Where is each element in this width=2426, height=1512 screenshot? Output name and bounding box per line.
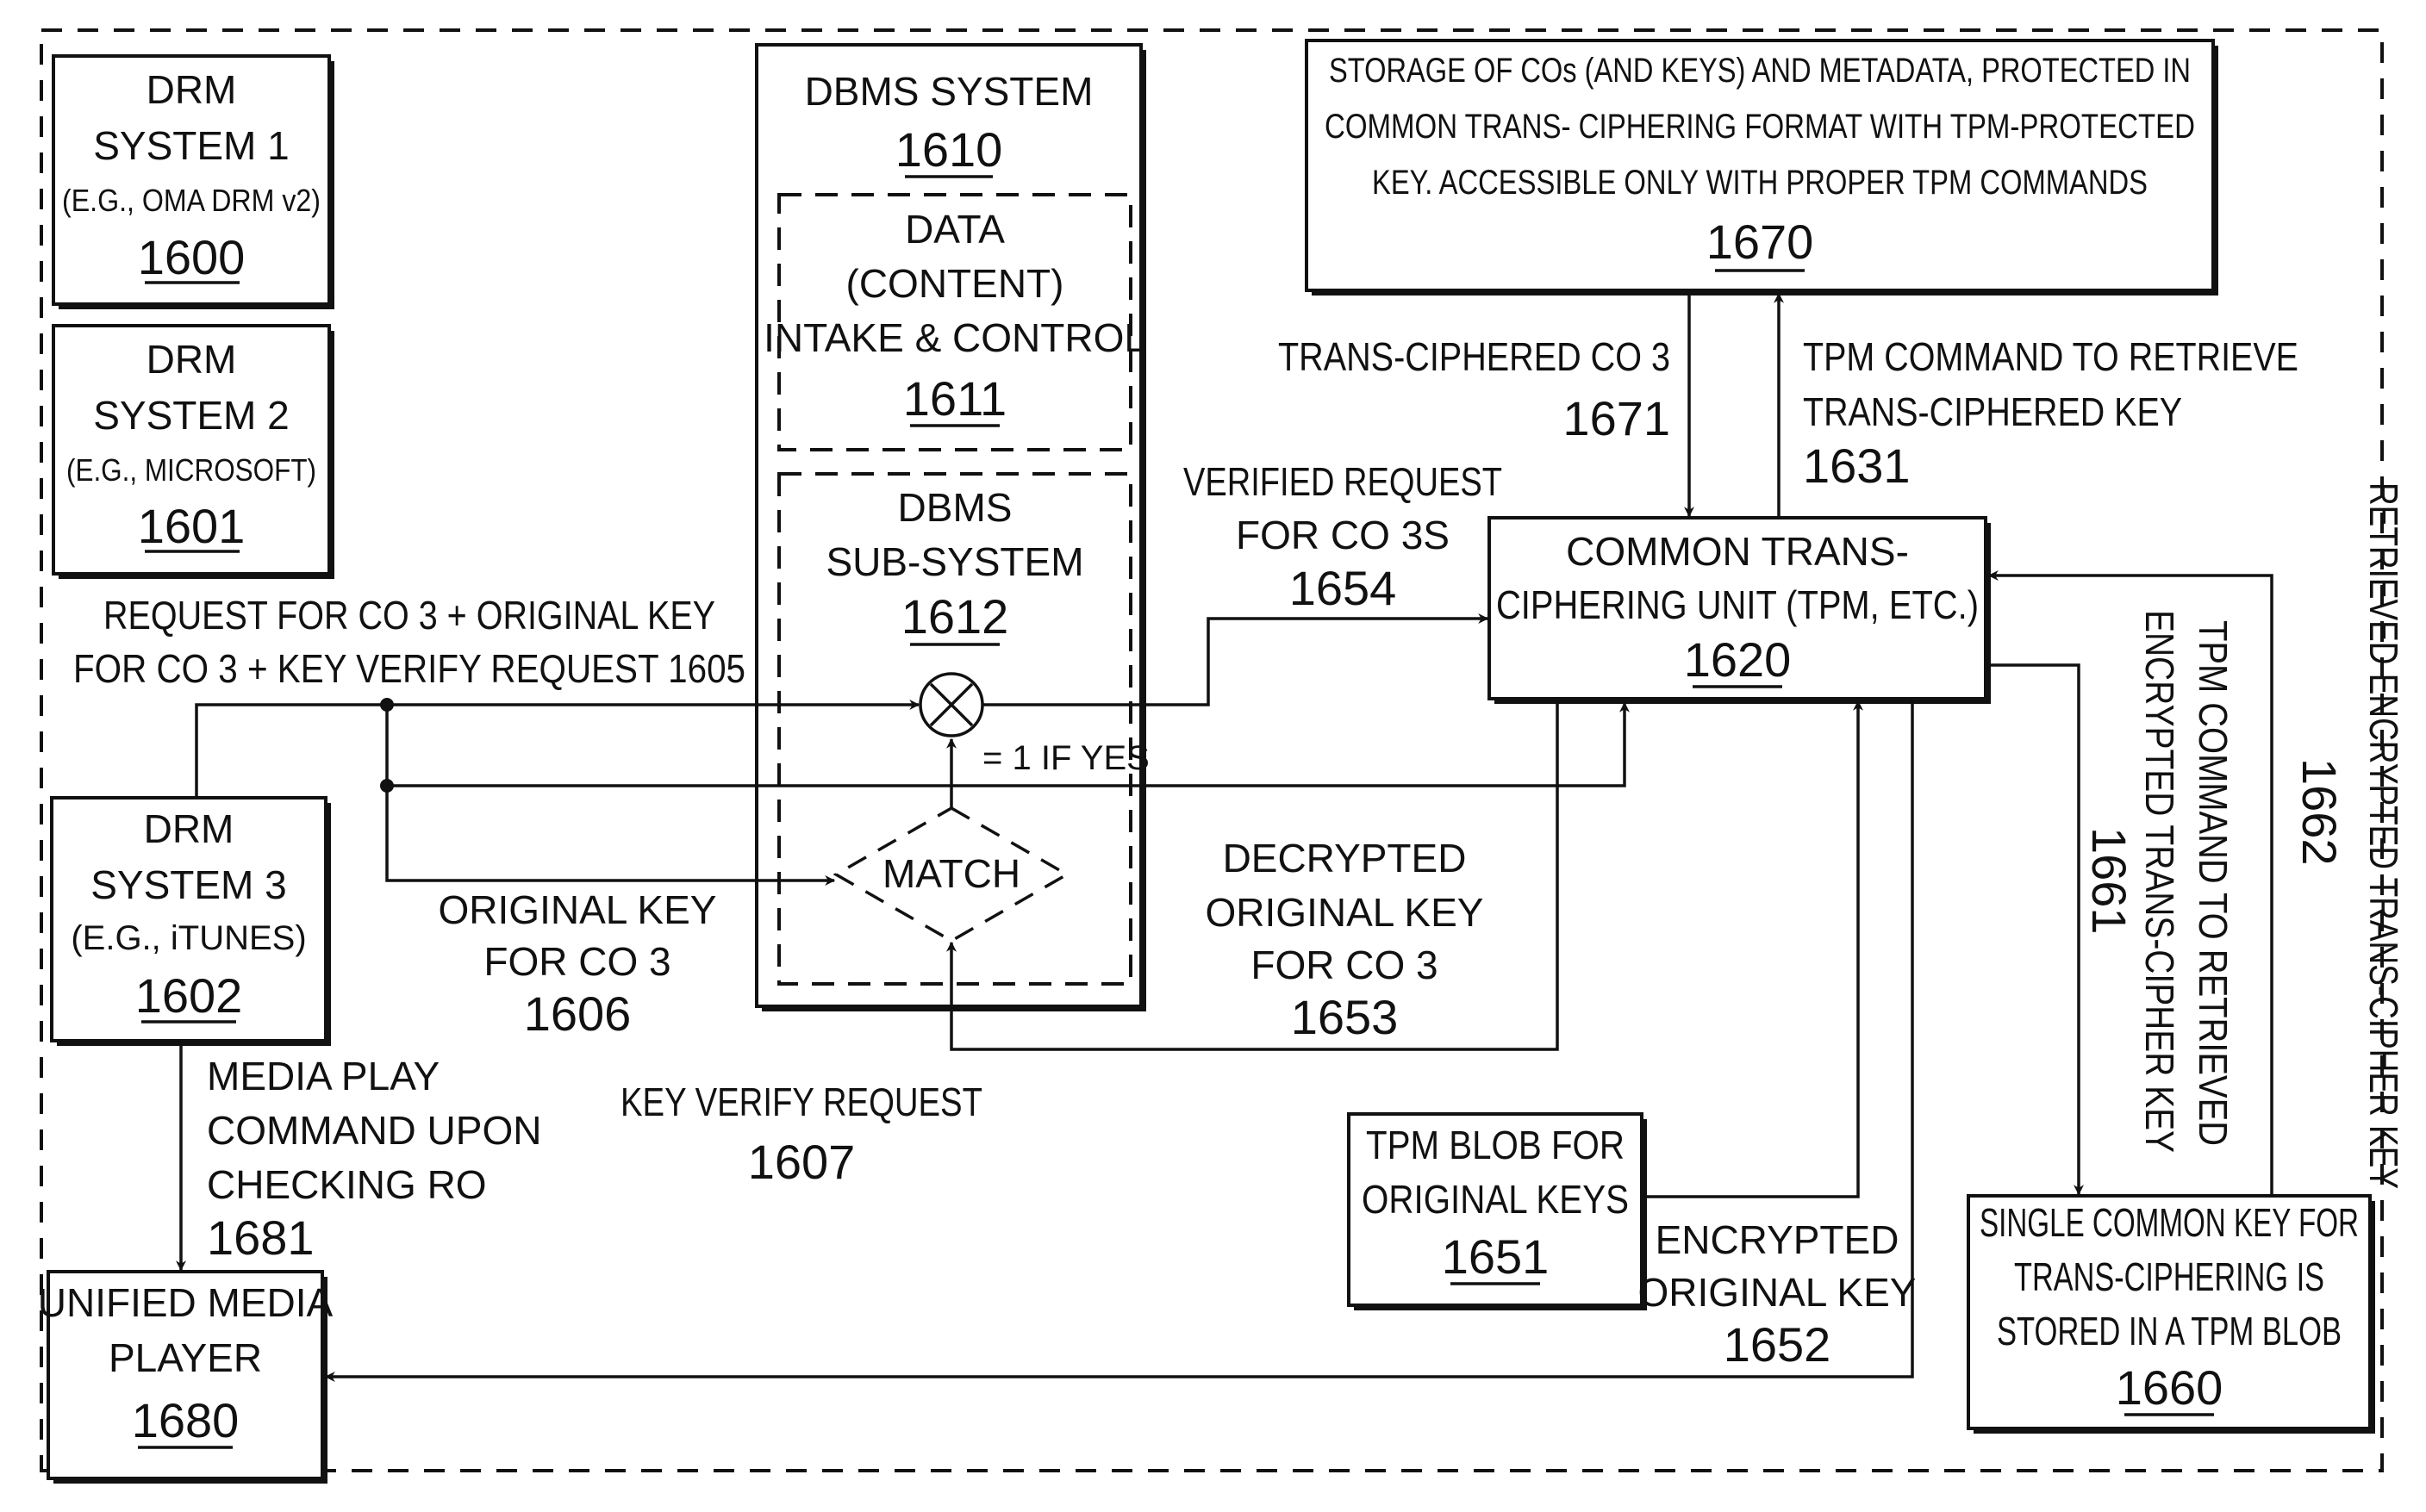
single-key-line-3: STORED IN A TPM BLOB	[1997, 1309, 2342, 1353]
request-1605-line-2: FOR CO 3 + KEY VERIFY REQUEST 1605	[73, 646, 745, 691]
tpm-cmd-1661-ref: 1661	[2082, 827, 2136, 935]
tpm-cmd-1631-ref: 1631	[1803, 439, 1911, 493]
key-verify-ref: 1607	[748, 1135, 856, 1189]
decrypted-line-3: FOR CO 3	[1250, 943, 1438, 987]
retrieved-line-1: RETRIEVED ENCRYPTED TRANS-CIPHER KEY	[2361, 482, 2406, 1189]
tpm-cmd-1661-line-2: ENCRYPTED TRANS-CIPHER KEY	[2137, 610, 2182, 1153]
drm2-line-2: SYSTEM 2	[93, 393, 290, 438]
drm-system-3-box: DRM SYSTEM 3 (E.G., iTUNES) 1602	[50, 796, 331, 1046]
original-key-ref: 1606	[524, 986, 632, 1041]
media-play-line-3: CHECKING RO	[207, 1162, 487, 1207]
unit-ref: 1620	[1684, 632, 1792, 687]
original-key-1606-label: ORIGINAL KEY FOR CO 3 1606	[439, 887, 717, 1041]
storage-line-1: STORAGE OF COs (AND KEYS) AND METADATA, …	[1329, 52, 2191, 90]
drm1-ref: 1600	[138, 230, 246, 284]
tpm-cmd-1661-line-1: TPM COMMAND TO RETRIEVED	[2191, 620, 2236, 1146]
diagram-canvas: DRM SYSTEM 1 (E.G., OMA DRM v2) 1600 DRM…	[38, 28, 2406, 1484]
storage-line-2: COMMON TRANS- CIPHERING FORMAT WITH TPM-…	[1325, 108, 2195, 146]
dbms-title: DBMS SYSTEM	[805, 69, 1094, 114]
request-1605-label: REQUEST FOR CO 3 + ORIGINAL KEY FOR CO 3…	[73, 593, 745, 691]
encrypted-line-2: ORIGINAL KEY	[1638, 1270, 1917, 1315]
player-line-2: PLAYER	[109, 1335, 262, 1380]
verified-ref: 1654	[1289, 561, 1397, 615]
drm3-line-1: DRM	[144, 806, 234, 851]
match-label: MATCH	[882, 851, 1020, 896]
decrypted-line-2: ORIGINAL KEY	[1206, 890, 1484, 935]
trans-ciphered-ref: 1671	[1562, 391, 1670, 445]
drm1-line-2: SYSTEM 1	[93, 123, 290, 168]
player-line-1: UNIFIED MEDIA	[38, 1280, 334, 1325]
subsystem-line-1: DBMS	[898, 485, 1013, 530]
encrypted-key-1652-arrow	[1642, 700, 1863, 1198]
drm3-line-3: (E.G., iTUNES)	[71, 919, 306, 957]
drm2-line-1: DRM	[147, 337, 237, 382]
storage-line-3: KEY. ACCESSIBLE ONLY WITH PROPER TPM COM…	[1372, 164, 2148, 202]
drm1-line-3: (E.G., OMA DRM v2)	[62, 183, 321, 218]
tpm-blob-ref: 1651	[1442, 1229, 1550, 1284]
verified-line-2: FOR CO 3S	[1236, 513, 1450, 557]
tpm-command-1661-arrow	[1986, 663, 2084, 1196]
unified-media-player-box: UNIFIED MEDIA PLAYER 1680	[38, 1270, 334, 1484]
encrypted-key-1652-label: ENCRYPTED ORIGINAL KEY 1652	[1638, 1217, 1917, 1372]
decrypted-line-1: DECRYPTED	[1223, 836, 1467, 880]
drm-system-1-box: DRM SYSTEM 1 (E.G., OMA DRM v2) 1600	[52, 54, 334, 309]
tpm-command-1661-label: TPM COMMAND TO RETRIEVED ENCRYPTED TRANS…	[2082, 610, 2236, 1153]
unit-line-2: CIPHERING UNIT (TPM, ETC.)	[1496, 582, 1979, 627]
tpm-command-1631-label: TPM COMMAND TO RETRIEVE TRANS-CIPHERED K…	[1803, 334, 2298, 493]
original-key-line-1: ORIGINAL KEY	[439, 887, 717, 932]
multiplier-node	[919, 672, 984, 737]
media-play-1681-label: MEDIA PLAY COMMAND UPON CHECKING RO 1681	[207, 1054, 541, 1265]
decrypted-ref: 1653	[1291, 990, 1399, 1044]
subsystem-line-2: SUB-SYSTEM	[826, 539, 1083, 584]
single-common-key-box: SINGLE COMMON KEY FOR TRANS-CIPHERING IS…	[1967, 1194, 2375, 1434]
verified-line-1: VERIFIED REQUEST	[1183, 459, 1502, 504]
tpm-cmd-1631-line-2: TRANS-CIPHERED KEY	[1803, 389, 2182, 434]
tpm-blob-line-2: ORIGINAL KEYS	[1362, 1177, 1629, 1222]
single-key-ref: 1660	[2116, 1360, 2223, 1415]
tpm-blob-box: TPM BLOB FOR ORIGINAL KEYS 1651	[1347, 1112, 1647, 1310]
drm-system-2-box: DRM SYSTEM 2 (E.G., MICROSOFT) 1601	[52, 324, 334, 579]
media-play-ref: 1681	[207, 1210, 315, 1265]
single-key-line-2: TRANS-CIPHERING IS	[2014, 1254, 2324, 1299]
subsystem-ref: 1612	[901, 589, 1009, 644]
intake-line-1: DATA	[905, 207, 1005, 252]
player-ref: 1680	[132, 1393, 240, 1447]
request-1605-line-1: REQUEST FOR CO 3 + ORIGINAL KEY	[103, 593, 715, 638]
retrieved-ref: 1662	[2292, 758, 2347, 866]
tpm-blob-line-1: TPM BLOB FOR	[1366, 1123, 1625, 1167]
single-key-line-1: SINGLE COMMON KEY FOR	[1980, 1200, 2359, 1245]
drm1-line-1: DRM	[147, 67, 237, 112]
media-play-line-1: MEDIA PLAY	[207, 1054, 440, 1098]
encrypted-line-1: ENCRYPTED	[1656, 1217, 1899, 1262]
key-verify-1607-label: KEY VERIFY REQUEST 1607	[621, 1080, 982, 1189]
verified-request-1654-label: VERIFIED REQUEST FOR CO 3S 1654	[1183, 459, 1502, 615]
dbms-ref: 1610	[895, 122, 1003, 177]
tpm-cmd-1631-line-1: TPM COMMAND TO RETRIEVE	[1803, 334, 2298, 379]
trans-ciphered-1671-label: TRANS-CIPHERED CO 3 1671	[1278, 334, 1670, 445]
intake-line-3: INTAKE & CONTROL	[764, 315, 1146, 360]
decrypted-key-1653-label: DECRYPTED ORIGINAL KEY FOR CO 3 1653	[1206, 836, 1484, 1044]
drm2-line-3: (E.G., MICROSOFT)	[66, 452, 316, 488]
original-key-line-2: FOR CO 3	[483, 939, 670, 984]
trans-ciphered-line-1: TRANS-CIPHERED CO 3	[1278, 334, 1670, 379]
encrypted-ref: 1652	[1724, 1317, 1831, 1372]
drm3-ref: 1602	[135, 968, 243, 1023]
storage-box: STORAGE OF COs (AND KEYS) AND METADATA, …	[1305, 39, 2218, 296]
intake-ref: 1611	[903, 371, 1007, 426]
trans-ciphering-unit-box: COMMON TRANS- CIPHERING UNIT (TPM, ETC.)…	[1487, 516, 1991, 704]
drm3-line-2: SYSTEM 3	[90, 862, 287, 907]
unit-line-1: COMMON TRANS-	[1566, 529, 1909, 574]
drm2-ref: 1601	[138, 499, 246, 553]
storage-ref: 1670	[1706, 215, 1814, 269]
intake-line-2: (CONTENT)	[846, 261, 1064, 306]
media-play-line-2: COMMAND UPON	[207, 1108, 541, 1153]
if-yes-label: = 1 IF YES	[982, 739, 1150, 777]
retrieved-key-1662-label: RETRIEVED ENCRYPTED TRANS-CIPHER KEY 166…	[2292, 482, 2406, 1189]
key-verify-line-1: KEY VERIFY REQUEST	[621, 1080, 982, 1124]
